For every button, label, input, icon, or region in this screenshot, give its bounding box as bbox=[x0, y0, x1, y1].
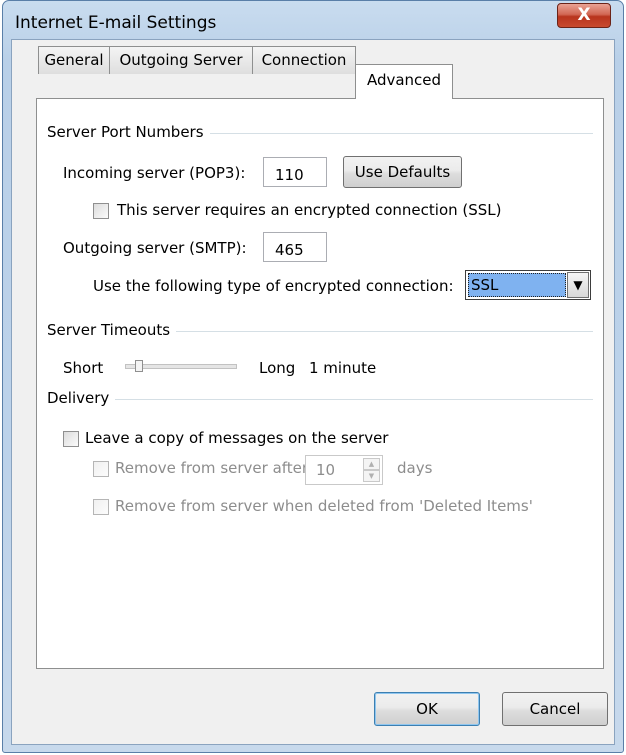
timeout-value: 1 minute bbox=[309, 359, 377, 377]
tab-label: Advanced bbox=[366, 71, 442, 89]
tab-connection[interactable]: Connection bbox=[252, 46, 356, 74]
spin-up-icon[interactable]: ▲ bbox=[363, 458, 380, 470]
tab-label: Connection bbox=[261, 51, 347, 69]
days-label: days bbox=[397, 459, 433, 477]
close-button[interactable]: X bbox=[557, 3, 611, 28]
encryption-type-select[interactable]: SSL ▼ bbox=[465, 270, 591, 300]
remove-after-label: Remove from server after bbox=[115, 459, 309, 477]
use-defaults-button[interactable]: Use Defaults bbox=[343, 156, 462, 188]
tab-label: General bbox=[44, 51, 104, 69]
window-title: Internet E-mail Settings bbox=[15, 13, 217, 33]
remove-after-days-value: 10 bbox=[316, 461, 336, 479]
remove-after-days-stepper[interactable]: 10 ▲ ▼ bbox=[305, 455, 383, 485]
incoming-server-label: Incoming server (POP3): bbox=[63, 164, 246, 182]
use-defaults-label: Use Defaults bbox=[354, 163, 451, 181]
leave-copy-label: Leave a copy of messages on the server bbox=[85, 429, 389, 447]
ssl-checkbox-label: This server requires an encrypted connec… bbox=[117, 201, 502, 219]
ok-button[interactable]: OK bbox=[374, 692, 480, 726]
remove-deleted-checkbox[interactable] bbox=[93, 499, 109, 515]
outgoing-server-label: Outgoing server (SMTP): bbox=[63, 239, 247, 257]
leave-copy-checkbox[interactable] bbox=[63, 431, 79, 447]
tab-advanced[interactable]: Advanced bbox=[355, 64, 453, 99]
cancel-label: Cancel bbox=[529, 700, 581, 718]
timeout-long-label: Long bbox=[259, 359, 296, 377]
outgoing-port-input[interactable] bbox=[263, 232, 327, 262]
remove-deleted-label: Remove from server when deleted from 'De… bbox=[115, 497, 533, 515]
dialog-client-area: General Outgoing Server Connection Advan… bbox=[11, 39, 615, 745]
server-port-numbers-heading: Server Port Numbers bbox=[47, 123, 210, 141]
close-icon: X bbox=[577, 5, 591, 25]
cancel-button[interactable]: Cancel bbox=[502, 692, 608, 726]
spin-down-icon[interactable]: ▼ bbox=[363, 470, 380, 482]
encryption-type-label: Use the following type of encrypted conn… bbox=[93, 277, 454, 295]
remove-after-checkbox[interactable] bbox=[93, 461, 109, 477]
tab-label: Outgoing Server bbox=[119, 51, 243, 69]
tab-outgoing-server[interactable]: Outgoing Server bbox=[109, 46, 253, 74]
delivery-heading: Delivery bbox=[47, 389, 116, 407]
advanced-tab-panel: Server Port Numbers Incoming server (POP… bbox=[36, 98, 604, 669]
timeout-short-label: Short bbox=[63, 359, 104, 377]
server-timeouts-heading: Server Timeouts bbox=[47, 321, 177, 339]
ssl-checkbox[interactable] bbox=[93, 203, 109, 219]
encryption-selected-value: SSL bbox=[468, 273, 566, 297]
dialog-window: Internet E-mail Settings X General Outgo… bbox=[2, 0, 624, 753]
timeout-slider-thumb[interactable] bbox=[135, 360, 144, 372]
tab-general[interactable]: General bbox=[38, 46, 110, 74]
chevron-down-icon[interactable]: ▼ bbox=[567, 272, 589, 298]
ok-label: OK bbox=[416, 700, 438, 718]
title-bar[interactable]: Internet E-mail Settings X bbox=[3, 1, 623, 39]
incoming-port-input[interactable] bbox=[263, 157, 327, 187]
group-divider bbox=[47, 399, 593, 400]
